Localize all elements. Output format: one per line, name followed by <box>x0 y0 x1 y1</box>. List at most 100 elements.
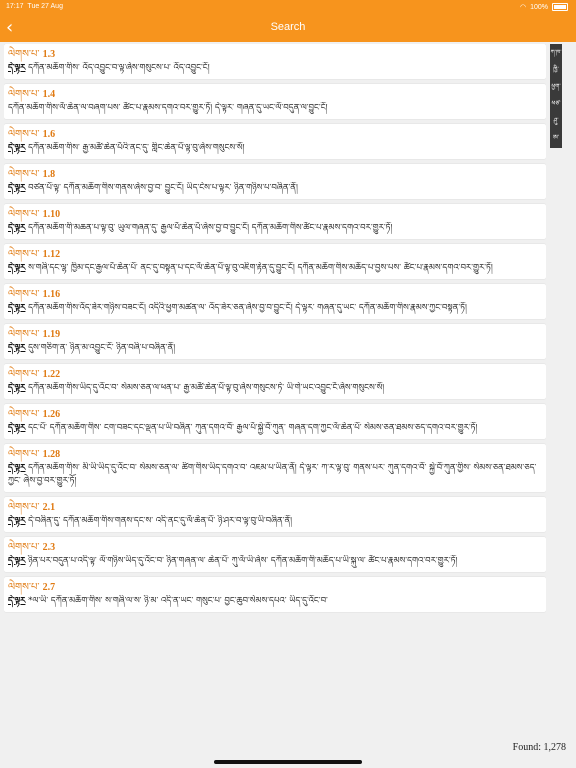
index-strip[interactable]: ཀ་ཁ་ ཁྱི་ ཕྱག་ ཕཙ་ ཤུ་ ཨ་ <box>550 44 562 148</box>
result-heading: ལེགས་པ་ 1.12 <box>8 248 542 262</box>
result-prefix: ལེགས་པ་ <box>8 129 40 140</box>
index-letter[interactable]: ཀ་ཁ་ <box>550 44 562 61</box>
status-bar: 17:17 Tue 27 Aug ◠ 100% <box>0 0 576 14</box>
result-card[interactable]: ལེགས་པ་ 1.16 དེ་ལྟར དཀོན་མཆོག་གིས་འོད་ཟེར… <box>4 284 546 319</box>
result-card[interactable]: ལེགས་པ་ 1.12 དེ་ལྟར ས་གཞི་དང་ལྷ་ ཁྱིམ་དང་… <box>4 244 546 279</box>
result-prefix: ལེགས་པ་ <box>8 449 40 460</box>
result-highlight: དེ་ལྟར <box>8 143 26 153</box>
battery-icon <box>552 3 568 11</box>
result-verse-number: 1.28 <box>42 449 61 460</box>
result-body: དཀོན་མཆོག་གིས་འོད་ཟེར་གཉིས་བཟང་ངོ། འདིའི… <box>28 303 467 313</box>
page-title: Search <box>270 21 306 33</box>
nav-bar: ‹ Search <box>0 14 576 42</box>
result-card[interactable]: ལེགས་པ་ 1.6 དེ་ལྟར དཀོན་མཆོག་གིས་ རྒྱ་མཚོ… <box>4 124 546 159</box>
result-heading: ལེགས་པ་ 1.28 <box>8 448 542 462</box>
result-highlight: དེ་ལྟར <box>8 263 26 273</box>
result-text: དེ་ལྟར དཀོན་མཆོག་གིས་ མི་ཡི་ཡིད་དུ་འོང་བ… <box>8 462 542 488</box>
result-heading: ལེགས་པ་ 1.6 <box>8 128 542 142</box>
result-heading: ལེགས་པ་ 1.8 <box>8 168 542 182</box>
result-body: དཀོན་མཆོག་གིས་ འོད་འབྱུང་བ་ལྟ་ཞེས་གསུངས་… <box>28 63 210 73</box>
status-right: ◠ 100% <box>520 3 568 11</box>
result-text: དེ་ལྟར དཀོན་མཆོག་གིས་ རྒྱ་མཚོ་ཆེན་པོའི་ན… <box>8 142 542 155</box>
result-text: དེ་ལྟར དེ་བཞིན་དུ་ དཀོན་མཆོག་གིས་གནས་དང་… <box>8 515 542 528</box>
result-verse-number: 1.10 <box>42 209 61 220</box>
result-verse-number: 1.8 <box>42 169 56 180</box>
result-highlight: དེ་ལྟར <box>8 63 26 73</box>
result-text: དེ་ལྟར དཀོན་མཆོག་གིས་འོད་ཟེར་གཉིས་བཟང་ངོ… <box>8 302 542 315</box>
result-verse-number: 2.3 <box>42 542 56 553</box>
result-card[interactable]: ལེགས་པ་ 1.8 དེ་ལྟར བཙན་པོ་ལྟ་ དཀོན་མཆོག་ག… <box>4 164 546 199</box>
result-highlight: དེ་ལྟར <box>8 556 26 566</box>
result-body: དཀོན་མཆོག་གིས་ཡིད་དུ་འོང་བ་ སེམས་ཅན་ལ་ཕན… <box>28 383 385 393</box>
index-letter[interactable]: ཕཙ་ <box>550 95 562 112</box>
result-verse-number: 2.1 <box>42 502 56 513</box>
result-highlight: དེ་ལྟར <box>8 383 26 393</box>
result-highlight: དེ་ལྟར <box>8 223 26 233</box>
result-card[interactable]: ལེགས་པ་ 1.4 དཀོན་མཆོག་གིས་ལོ་ཆེན་ལ་བཞག་པ… <box>4 84 546 119</box>
result-heading: ལེགས་པ་ 2.3 <box>8 541 542 555</box>
result-card[interactable]: ལེགས་པ་ 1.19 དེ་ལྟར དུས་གཅིག་ན་ ཉིན་མ་འབྱ… <box>4 324 546 359</box>
result-prefix: ལེགས་པ་ <box>8 409 40 420</box>
result-text: དཀོན་མཆོག་གིས་ལོ་ཆེན་ལ་བཞག་པས་ ཚོང་པ་རྣམ… <box>8 102 542 115</box>
result-text: དེ་ལྟར དཀོན་མཆོག་གིས་ འོད་འབྱུང་བ་ལྟ་ཞེས… <box>8 62 542 75</box>
result-card[interactable]: ལེགས་པ་ 2.1 དེ་ལྟར དེ་བཞིན་དུ་ དཀོན་མཆོག་… <box>4 497 546 532</box>
result-prefix: ལེགས་པ་ <box>8 289 40 300</box>
result-text: དེ་ལྟར *ལ་ཡི་ དཀོན་མཆོག་གིས་ ས་གཞི་ལ་ས་ … <box>8 595 542 608</box>
result-heading: ལེགས་པ་ 2.1 <box>8 501 542 515</box>
result-card[interactable]: ལེགས་པ་ 1.3 དེ་ལྟར དཀོན་མཆོག་གིས་ འོད་འབྱ… <box>4 44 546 79</box>
result-card[interactable]: ལེགས་པ་ 2.3 དེ་ལྟར ཉིན་པར་བདུན་པ་འདི་ལྟ་ … <box>4 537 546 572</box>
result-prefix: ལེགས་པ་ <box>8 542 40 553</box>
result-text: དེ་ལྟར དཀོན་མཆོག་གི་མཆན་པ་ལྟ་བུ་ ཡུལ་གཞན… <box>8 222 542 235</box>
result-highlight: དེ་ལྟར <box>8 596 26 606</box>
index-letter[interactable]: ཨ་ <box>550 129 562 146</box>
result-body: དང་པོ་ དཀོན་མཆོག་གིས་ ངག་བཟང་དང་ལྡན་པ་ཡི… <box>28 423 478 433</box>
result-body: ཉིན་པར་བདུན་པ་འདི་ལྟ་ ལོ་གཉིས་ཡིད་དུ་འོང… <box>28 556 458 566</box>
result-verse-number: 1.19 <box>42 329 61 340</box>
result-body: *ལ་ཡི་ དཀོན་མཆོག་གིས་ ས་གཞི་ལ་ས་ ཉི་མ་ འ… <box>28 596 328 606</box>
result-card[interactable]: ལེགས་པ་ 1.22 དེ་ལྟར དཀོན་མཆོག་གིས་ཡིད་དུ་… <box>4 364 546 399</box>
result-heading: ལེགས་པ་ 2.7 <box>8 581 542 595</box>
result-highlight: དེ་ལྟར <box>8 516 26 526</box>
result-prefix: ལེགས་པ་ <box>8 169 40 180</box>
result-verse-number: 1.3 <box>42 49 56 60</box>
result-heading: ལེགས་པ་ 1.16 <box>8 288 542 302</box>
wifi-icon: ◠ <box>519 4 527 11</box>
result-text: དེ་ལྟར བཙན་པོ་ལྟ་ དཀོན་མཆོག་གིས་གནས་ཞེས་… <box>8 182 542 195</box>
index-letter[interactable]: ཕྱག་ <box>550 78 562 95</box>
result-verse-number: 2.7 <box>42 582 56 593</box>
result-verse-number: 1.26 <box>42 409 61 420</box>
result-card[interactable]: ལེགས་པ་ 1.26 དེ་ལྟར དང་པོ་ དཀོན་མཆོག་གིས་… <box>4 404 546 439</box>
result-highlight: དེ་ལྟར <box>8 303 26 313</box>
result-verse-number: 1.12 <box>42 249 61 260</box>
result-text: དེ་ལྟར དང་པོ་ དཀོན་མཆོག་གིས་ ངག་བཟང་དང་ལ… <box>8 422 542 435</box>
home-indicator[interactable] <box>214 760 362 764</box>
result-text: དེ་ལྟར ས་གཞི་དང་ལྷ་ ཁྱིམ་དང་རྒྱལ་པོ་ཆེན་… <box>8 262 542 275</box>
result-body: དཀོན་མཆོག་གིས་ རྒྱ་མཚོ་ཆེན་པོའི་ནང་དུ་ ག… <box>28 143 245 153</box>
result-text: དེ་ལྟར དཀོན་མཆོག་གིས་ཡིད་དུ་འོང་བ་ སེམས་… <box>8 382 542 395</box>
result-highlight: དེ་ལྟར <box>8 463 26 473</box>
result-highlight: དེ་ལྟར <box>8 423 26 433</box>
result-body: དཀོན་མཆོག་གི་མཆན་པ་ལྟ་བུ་ ཡུལ་གཞན་དུ་ རྒ… <box>28 223 393 233</box>
result-text: དེ་ལྟར ཉིན་པར་བདུན་པ་འདི་ལྟ་ ལོ་གཉིས་ཡིད… <box>8 555 542 568</box>
result-card[interactable]: ལེགས་པ་ 2.7 དེ་ལྟར *ལ་ཡི་ དཀོན་མཆོག་གིས་ … <box>4 577 546 612</box>
index-letter[interactable]: ཁྱི་ <box>550 61 562 78</box>
result-prefix: ལེགས་པ་ <box>8 369 40 380</box>
result-prefix: ལེགས་པ་ <box>8 582 40 593</box>
battery-percent: 100% <box>530 3 548 11</box>
result-heading: ལེགས་པ་ 1.10 <box>8 208 542 222</box>
result-prefix: ལེགས་པ་ <box>8 249 40 260</box>
results-list[interactable]: ལེགས་པ་ 1.3 དེ་ལྟར དཀོན་མཆོག་གིས་ འོད་འབྱ… <box>4 44 546 740</box>
result-card[interactable]: ལེགས་པ་ 1.28 དེ་ལྟར དཀོན་མཆོག་གིས་ མི་ཡི་… <box>4 444 546 492</box>
result-prefix: ལེགས་པ་ <box>8 502 40 513</box>
result-heading: ལེགས་པ་ 1.3 <box>8 48 542 62</box>
result-heading: ལེགས་པ་ 1.4 <box>8 88 542 102</box>
result-card[interactable]: ལེགས་པ་ 1.10 དེ་ལྟར དཀོན་མཆོག་གི་མཆན་པ་ལྟ… <box>4 204 546 239</box>
result-prefix: ལེགས་པ་ <box>8 209 40 220</box>
status-time: 17:17 Tue 27 Aug <box>6 3 63 10</box>
result-text: དེ་ལྟར དུས་གཅིག་ན་ ཉིན་མ་འབྱུང་ངོ་ ཉིན་བ… <box>8 342 542 355</box>
result-verse-number: 1.22 <box>42 369 61 380</box>
result-heading: ལེགས་པ་ 1.22 <box>8 368 542 382</box>
result-body: དཀོན་མཆོག་གིས་ མི་ཡི་ཡིད་དུ་འོང་བ་ སེམས་… <box>8 463 537 486</box>
result-heading: ལེགས་པ་ 1.19 <box>8 328 542 342</box>
index-letter[interactable]: ཤུ་ <box>550 112 562 129</box>
